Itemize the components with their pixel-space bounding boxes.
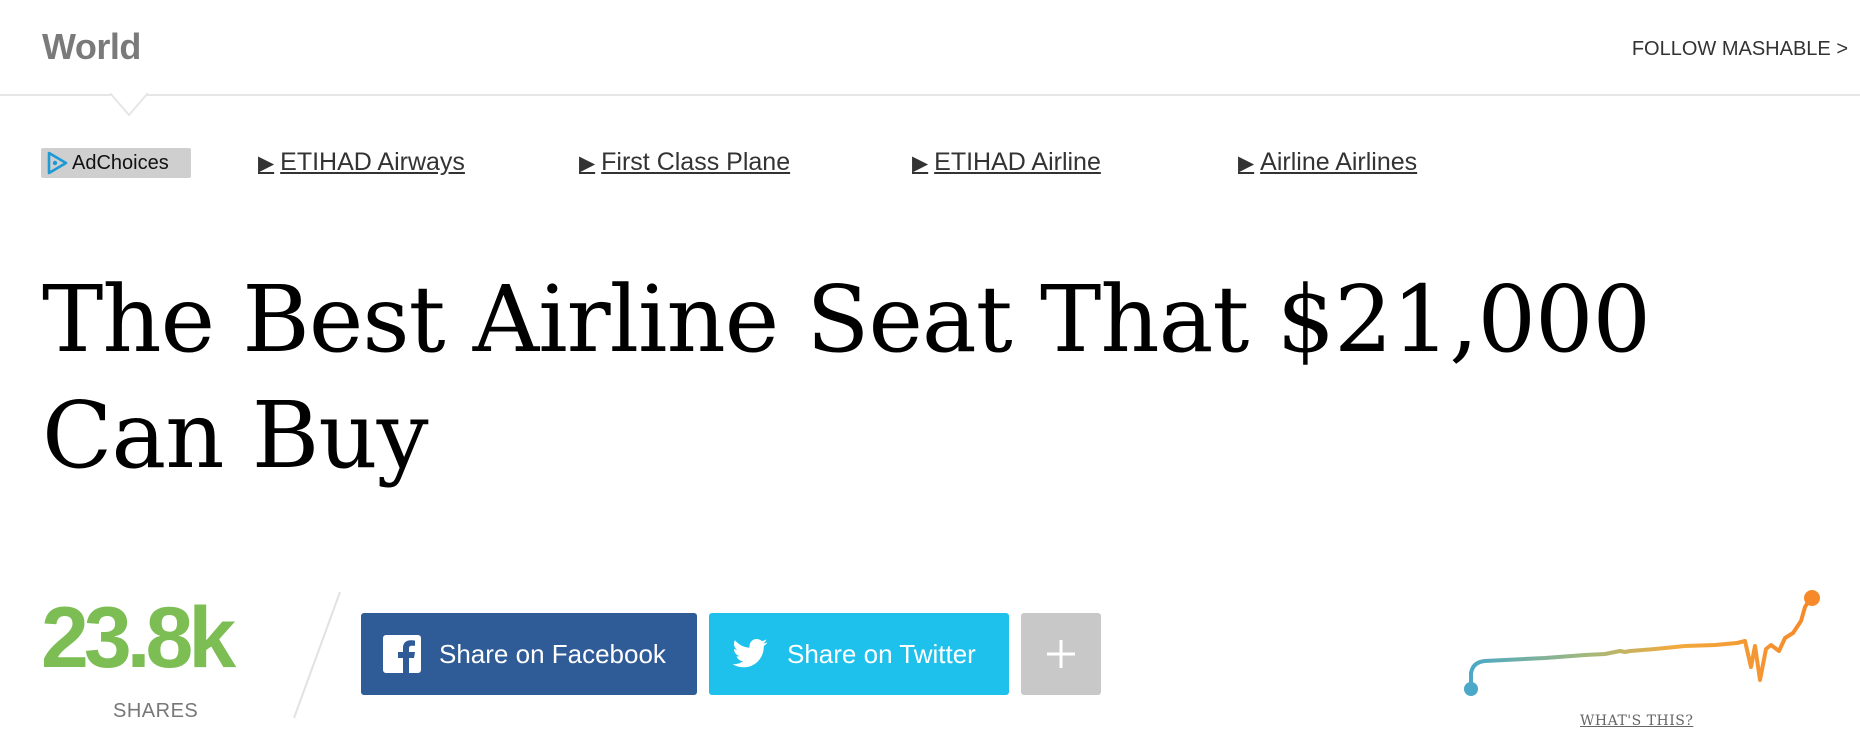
article-title: The Best Airline Seat That $21,000 Can B… — [42, 266, 1651, 489]
facebook-icon — [383, 635, 421, 673]
ad-link-label: First Class Plane — [601, 148, 791, 176]
velocity-line — [1469, 597, 1812, 691]
velocity-graph[interactable] — [1455, 585, 1835, 705]
follow-mashable-link[interactable]: FOLLOW MASHABLE > — [1632, 38, 1848, 61]
share-facebook-label: Share on Facebook — [439, 638, 666, 669]
velocity-start-dot — [1464, 682, 1478, 696]
share-twitter-label: Share on Twitter — [787, 638, 976, 669]
twitter-icon — [732, 638, 768, 668]
ad-link-etihad-airline[interactable]: ▶ ETIHAD Airline — [912, 148, 1101, 177]
ad-link-first-class-plane[interactable]: ▶ First Class Plane — [579, 148, 790, 177]
section-title[interactable]: World — [42, 26, 141, 68]
ad-link-etihad-airways[interactable]: ▶ ETIHAD Airways — [258, 148, 465, 177]
velocity-end-dot — [1804, 590, 1820, 606]
ad-link-label: ETIHAD Airline — [934, 148, 1101, 176]
share-twitter-button[interactable]: Share on Twitter — [709, 613, 1009, 695]
share-count: 23.8k — [41, 590, 236, 686]
ad-links-row: AdChoices ▶ ETIHAD Airways ▶ First Class P… — [0, 146, 1860, 182]
shares-label: SHARES — [113, 700, 199, 722]
plus-icon — [1047, 640, 1075, 668]
more-share-options-button[interactable] — [1021, 613, 1101, 695]
divider-slash — [293, 591, 341, 719]
share-facebook-button[interactable]: Share on Facebook — [361, 613, 697, 695]
play-arrow-icon: ▶ — [258, 152, 275, 175]
pointer-caret-icon — [110, 93, 148, 117]
ad-link-airline-airlines[interactable]: ▶ Airline Airlines — [1238, 148, 1417, 177]
top-bar: World FOLLOW MASHABLE > — [0, 0, 1860, 96]
ad-link-label: Airline Airlines — [1260, 148, 1418, 176]
play-arrow-icon: ▶ — [912, 152, 929, 175]
adchoices-label: AdChoices — [72, 151, 169, 174]
play-arrow-icon: ▶ — [1238, 152, 1255, 175]
play-arrow-icon: ▶ — [579, 152, 596, 175]
whats-this-link[interactable]: WHAT'S THIS? — [1580, 713, 1693, 729]
adchoices-icon — [47, 151, 68, 175]
ad-link-label: ETIHAD Airways — [280, 148, 465, 176]
adchoices-badge[interactable]: AdChoices — [41, 148, 191, 178]
